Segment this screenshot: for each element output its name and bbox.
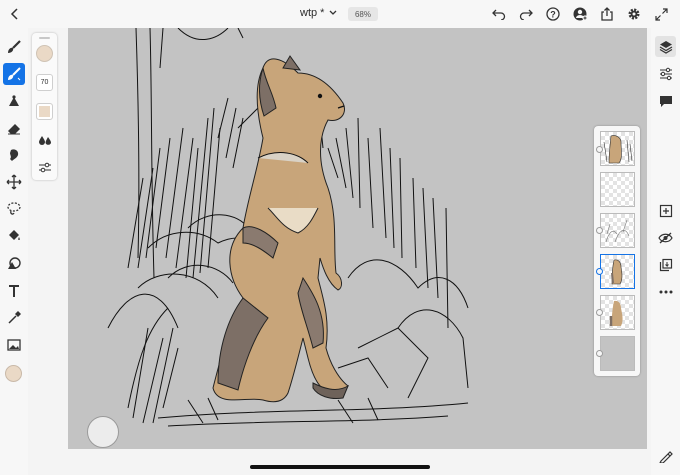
more-icon [659, 290, 672, 293]
help-button[interactable]: ? [544, 5, 562, 23]
layer-thumbnail-6[interactable] [600, 336, 635, 371]
artwork-illustration [107, 28, 469, 427]
layers-icon [659, 40, 672, 54]
document-title: wtp * [300, 7, 325, 19]
place-image-tool[interactable] [3, 334, 25, 356]
expand-icon [654, 7, 668, 21]
zoom-level[interactable]: 68% [348, 7, 378, 21]
brush-edit-button[interactable] [655, 445, 676, 466]
redo-button[interactable] [517, 5, 535, 23]
redo-icon [519, 9, 533, 20]
brush-properties-panel: 70 [32, 33, 57, 180]
eyedropper-icon [8, 311, 21, 324]
undo-button[interactable] [490, 5, 508, 23]
invite-button[interactable] [571, 5, 589, 23]
help-icon: ? [546, 7, 560, 21]
comment-icon [659, 95, 672, 107]
layer-visibility-dot-3[interactable] [596, 227, 603, 234]
layer-thumbnail-3[interactable] [600, 213, 635, 248]
home-indicator [250, 465, 430, 469]
layer-sketch-preview [605, 219, 630, 243]
comments-button[interactable] [655, 90, 676, 111]
left-toolbar [0, 28, 28, 475]
layers-panel [594, 126, 640, 376]
lasso-icon [7, 202, 21, 215]
layer-properties-button[interactable] [655, 63, 676, 84]
sliders-icon [38, 162, 51, 172]
layer-artwork-preview [611, 259, 623, 285]
hide-layer-button[interactable] [655, 227, 676, 248]
layer-visibility-dot-5[interactable] [596, 309, 603, 316]
eraser-tool[interactable] [3, 117, 25, 139]
drawing-canvas[interactable] [68, 28, 647, 449]
share-button[interactable] [598, 5, 616, 23]
add-user-icon [573, 7, 588, 21]
shape-tool[interactable] [3, 252, 25, 274]
pixel-brush-tool[interactable] [3, 36, 25, 58]
touch-shortcut-button[interactable] [87, 416, 119, 448]
brush-flow-button[interactable] [36, 131, 53, 148]
top-bar: wtp * 68% ? [0, 0, 680, 28]
vector-brush-icon [9, 95, 19, 106]
paint-bucket-icon [9, 230, 20, 240]
back-button[interactable] [6, 5, 24, 23]
eraser-icon [8, 124, 20, 135]
water-drops-icon [38, 135, 51, 145]
add-layer-icon [659, 204, 672, 217]
more-actions-button[interactable] [655, 281, 676, 302]
brush-size-field[interactable]: 70 [36, 74, 53, 91]
undo-icon [492, 9, 506, 20]
brush-opacity-swatch[interactable] [36, 103, 53, 120]
merge-icon [659, 258, 672, 271]
vector-brush-tool[interactable] [3, 90, 25, 112]
app-window: wtp * 68% ? 70 [0, 0, 680, 475]
layers-toggle-button[interactable] [655, 36, 676, 57]
layer-visibility-dot-4[interactable] [596, 268, 603, 275]
pixel-brush-icon [8, 40, 21, 53]
share-icon [601, 7, 613, 21]
layer-artwork-preview [603, 135, 633, 164]
sliders-icon [659, 67, 672, 80]
transform-tool[interactable] [3, 171, 25, 193]
brush-color-swatch[interactable] [36, 45, 53, 62]
svg-text:?: ? [550, 10, 556, 20]
layer-thumbnail-2[interactable] [600, 172, 635, 207]
shape-icon [8, 257, 21, 269]
layer-artwork-preview [609, 300, 623, 326]
move-icon [6, 174, 22, 190]
chevron-left-icon [10, 8, 18, 20]
merge-down-button[interactable] [655, 254, 676, 275]
live-brush-icon [8, 67, 21, 81]
current-color-swatch[interactable] [5, 365, 22, 382]
right-toolbar [651, 28, 680, 475]
add-layer-button[interactable] [655, 200, 676, 221]
chevron-down-icon [330, 10, 337, 15]
settings-button[interactable] [625, 5, 643, 23]
live-brush-tool[interactable] [3, 63, 25, 85]
text-icon [9, 285, 19, 297]
brush-settings-button[interactable] [36, 159, 53, 176]
image-icon [7, 339, 21, 351]
document-title-button[interactable]: wtp * [300, 7, 338, 19]
fill-tool[interactable] [3, 225, 25, 247]
layer-visibility-dot-6[interactable] [596, 350, 603, 357]
fullscreen-button[interactable] [652, 5, 670, 23]
layer-thumbnail-4[interactable] [600, 254, 635, 289]
smudge-tool[interactable] [3, 144, 25, 166]
layer-thumbnail-5[interactable] [600, 295, 635, 330]
eye-slash-icon [658, 232, 673, 243]
selection-tool[interactable] [3, 198, 25, 220]
top-actions: ? [490, 5, 670, 23]
smudge-icon [10, 149, 19, 161]
brush-edit-icon [658, 450, 673, 463]
gear-icon [628, 8, 640, 20]
text-tool[interactable] [3, 280, 25, 302]
eyedropper-tool[interactable] [3, 307, 25, 329]
layer-thumbnail-1[interactable] [600, 131, 635, 166]
layer-visibility-dot-1[interactable] [596, 146, 603, 153]
panel-drag-handle[interactable] [39, 37, 50, 39]
